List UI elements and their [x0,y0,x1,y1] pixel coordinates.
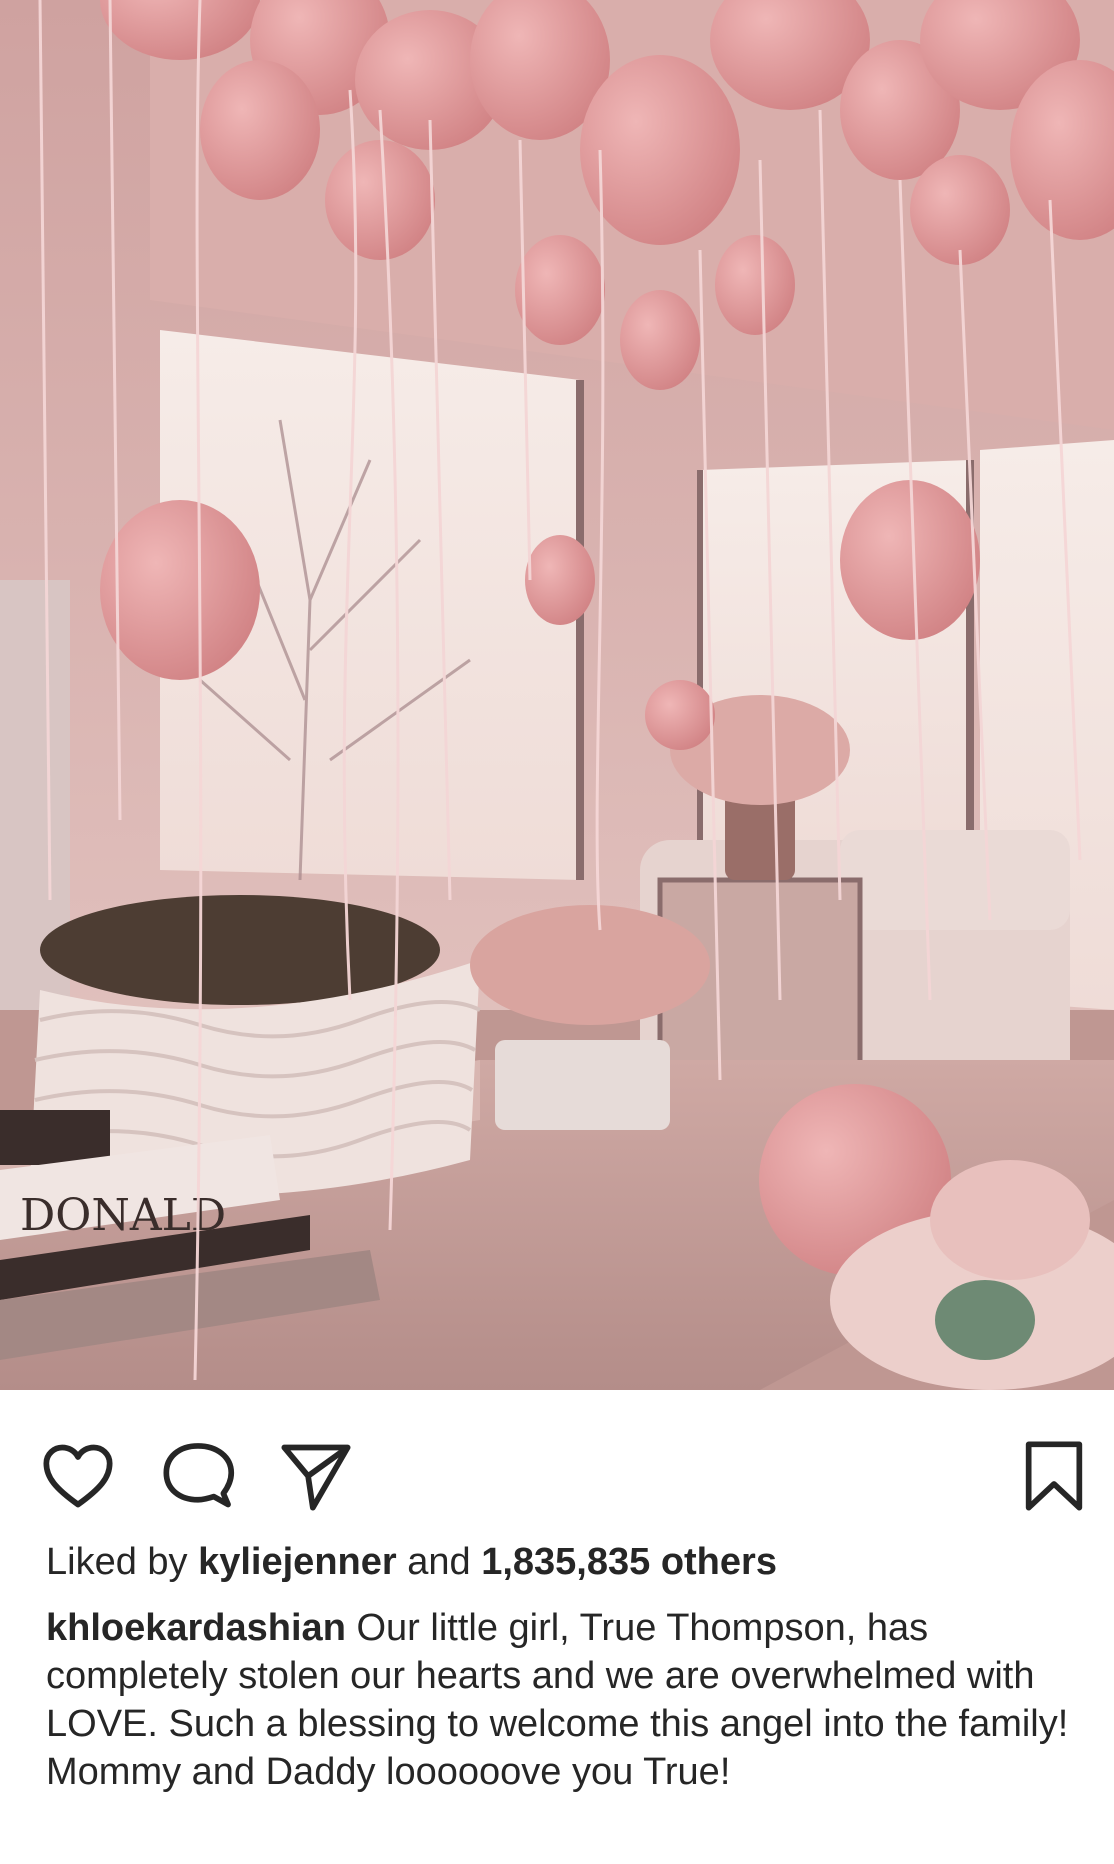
post-photo[interactable]: DONALD [0,0,1114,1390]
bookmark-icon-shape [1025,1441,1083,1511]
likes-line: Liked by kyliejenner and 1,835,835 other… [46,1538,777,1586]
caption: khloekardashian Our little girl, True Th… [46,1604,1086,1796]
post-photo-illustration: DONALD [0,0,1114,1390]
liked-by-joiner: and [407,1541,471,1583]
likes-count-link[interactable]: 1,835,835 others [481,1541,777,1583]
action-bar [0,1390,1114,1540]
paper-plane-icon[interactable] [278,1438,354,1514]
caption-username-link[interactable]: khloekardashian [46,1607,346,1649]
paper-plane-icon-shape [281,1444,351,1511]
comment-bubble-icon[interactable] [160,1438,236,1514]
comment-bubble-icon-shape [163,1443,235,1508]
heart-icon-shape [43,1444,113,1508]
liked-by-prefix: Liked by [46,1541,188,1583]
heart-icon[interactable] [40,1438,116,1514]
bookmark-icon[interactable] [1016,1438,1092,1514]
liked-by-user-link[interactable]: kyliejenner [198,1541,397,1583]
